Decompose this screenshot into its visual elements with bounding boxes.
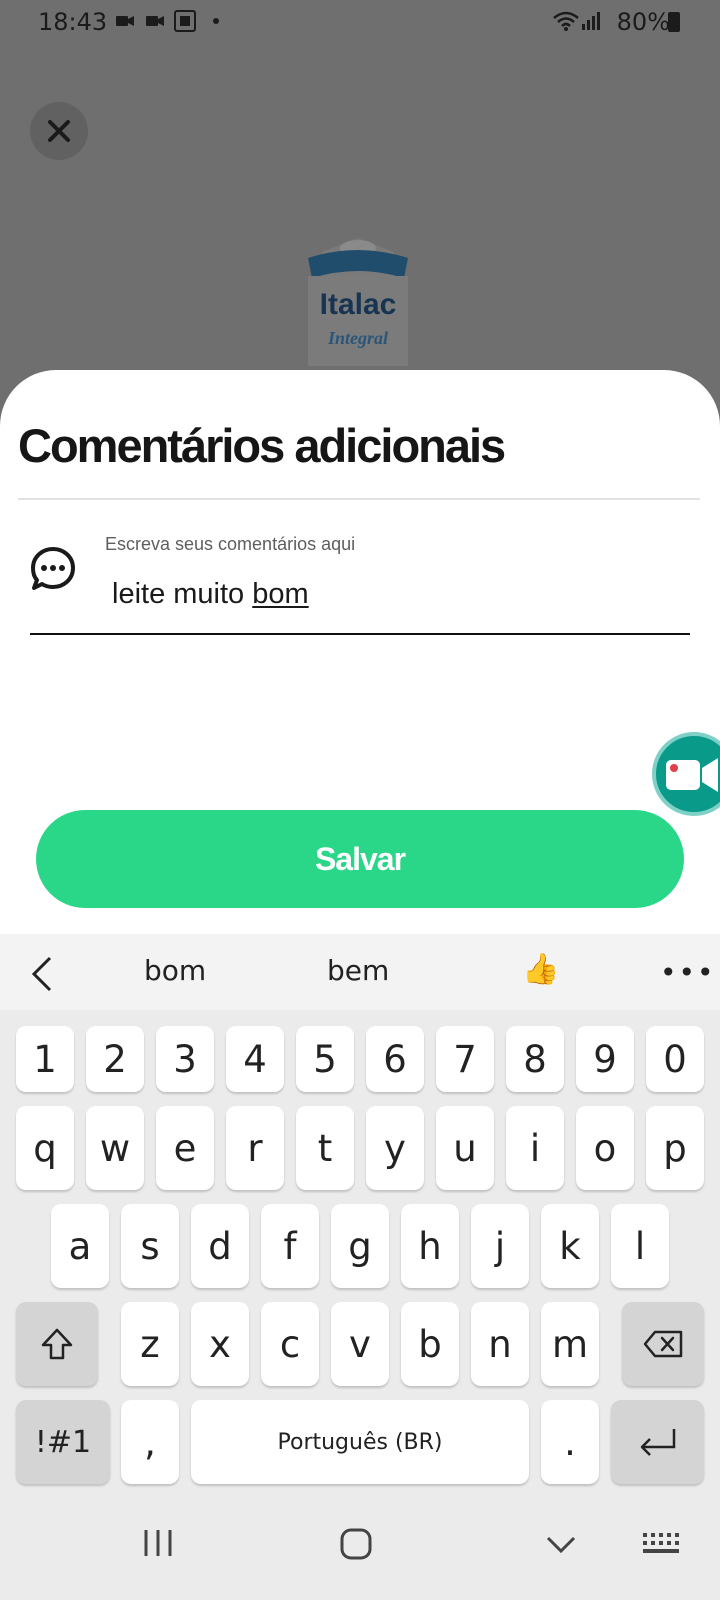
keyboard-icon[interactable]	[642, 1532, 680, 1554]
suggestion-2[interactable]: bem	[327, 954, 389, 987]
symbols-key[interactable]: !#1	[16, 1400, 110, 1484]
key-5[interactable]: 5	[296, 1026, 354, 1092]
key-2[interactable]: 2	[86, 1026, 144, 1092]
key-g[interactable]: g	[331, 1204, 389, 1288]
key-w[interactable]: w	[86, 1106, 144, 1190]
key-o[interactable]: o	[576, 1106, 634, 1190]
recent-apps-icon[interactable]	[142, 1528, 174, 1558]
video-camera-icon	[666, 758, 718, 792]
suggestion-1[interactable]: bom	[144, 954, 206, 987]
sheet-title: Comentários adicionais	[18, 419, 506, 472]
period-key[interactable]: .	[541, 1400, 599, 1484]
comment-input[interactable]: leite muito bom	[112, 578, 309, 611]
close-icon	[48, 120, 70, 142]
video-icon	[146, 16, 164, 26]
key-h[interactable]: h	[401, 1204, 459, 1288]
key-1[interactable]: 1	[16, 1026, 74, 1092]
key-j[interactable]: j	[471, 1204, 529, 1288]
enter-icon	[640, 1429, 675, 1456]
product-brand: Italac	[320, 288, 397, 321]
chevron-down-icon[interactable]	[546, 1536, 576, 1554]
key-e[interactable]: e	[156, 1106, 214, 1190]
backspace-icon	[643, 1330, 683, 1358]
key-t[interactable]: t	[296, 1106, 354, 1190]
key-q[interactable]: q	[16, 1106, 74, 1190]
battery-icon	[668, 12, 680, 32]
key-6[interactable]: 6	[366, 1026, 424, 1092]
key-m[interactable]: m	[541, 1302, 599, 1386]
screen-record-button[interactable]	[652, 732, 720, 816]
key-d[interactable]: d	[191, 1204, 249, 1288]
comma-key[interactable]: ,	[121, 1400, 179, 1484]
field-underline	[30, 633, 690, 635]
comment-composing-word: bom	[252, 578, 309, 610]
status-time: 18:43	[38, 8, 108, 36]
key-3[interactable]: 3	[156, 1026, 214, 1092]
dot-icon	[213, 18, 219, 24]
key-v[interactable]: v	[331, 1302, 389, 1386]
key-0[interactable]: 0	[646, 1026, 704, 1092]
key-b[interactable]: b	[401, 1302, 459, 1386]
divider	[18, 498, 700, 500]
screenshot-icon	[174, 10, 196, 32]
enter-key[interactable]	[611, 1400, 704, 1484]
video-icon	[116, 16, 134, 26]
wifi-icon	[553, 11, 579, 31]
shift-icon	[41, 1328, 73, 1360]
field-label: Escreva seus comentários aqui	[105, 534, 356, 554]
product-variant: Integral	[327, 328, 388, 348]
key-8[interactable]: 8	[506, 1026, 564, 1092]
key-i[interactable]: i	[506, 1106, 564, 1190]
key-n[interactable]: n	[471, 1302, 529, 1386]
key-l[interactable]: l	[611, 1204, 669, 1288]
key-a[interactable]: a	[51, 1204, 109, 1288]
chevron-left-icon[interactable]	[28, 956, 58, 992]
suggestion-bar: bom bem 👍 •••	[0, 934, 720, 1010]
space-key[interactable]: Português (BR)	[191, 1400, 529, 1484]
status-bar: 18:43 80%	[0, 0, 720, 46]
key-u[interactable]: u	[436, 1106, 494, 1190]
more-options[interactable]: •••	[660, 956, 716, 989]
save-button[interactable]: Salvar	[36, 810, 684, 908]
close-button[interactable]	[30, 102, 88, 160]
comment-text: leite muito	[112, 578, 253, 610]
comment-bubble-icon	[31, 547, 75, 590]
product-image: Italac Integral	[308, 238, 408, 366]
key-f[interactable]: f	[261, 1204, 319, 1288]
key-x[interactable]: x	[191, 1302, 249, 1386]
key-y[interactable]: y	[366, 1106, 424, 1190]
battery-percent: 80%	[616, 8, 670, 36]
signal-icon	[582, 12, 600, 30]
key-4[interactable]: 4	[226, 1026, 284, 1092]
key-p[interactable]: p	[646, 1106, 704, 1190]
shift-key[interactable]	[16, 1302, 98, 1386]
key-7[interactable]: 7	[436, 1026, 494, 1092]
navigation-bar	[0, 1490, 720, 1600]
key-r[interactable]: r	[226, 1106, 284, 1190]
suggestion-emoji[interactable]: 👍	[522, 952, 559, 987]
key-z[interactable]: z	[121, 1302, 179, 1386]
home-icon[interactable]	[340, 1528, 372, 1560]
key-c[interactable]: c	[261, 1302, 319, 1386]
key-s[interactable]: s	[121, 1204, 179, 1288]
key-k[interactable]: k	[541, 1204, 599, 1288]
backspace-key[interactable]	[622, 1302, 704, 1386]
key-9[interactable]: 9	[576, 1026, 634, 1092]
